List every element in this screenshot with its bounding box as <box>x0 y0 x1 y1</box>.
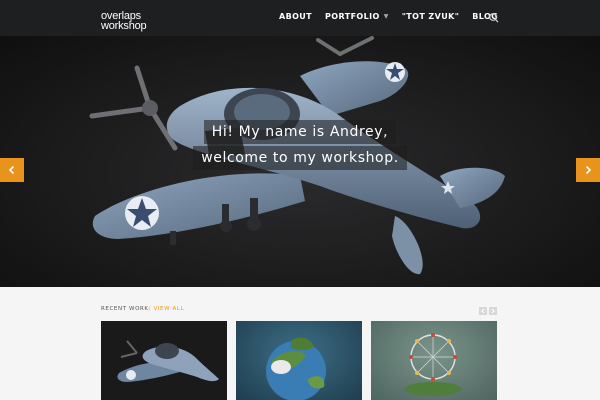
recent-work-heading: RECENT WORK/ VIEW ALL <box>101 306 184 312</box>
recent-work-section: RECENT WORK/ VIEW ALL <box>0 287 600 400</box>
nav-item-portfolio[interactable]: PORTFOLIO ▼ <box>325 12 389 21</box>
nav-item-about-label: ABOUT <box>279 12 313 21</box>
chevron-right-icon <box>491 308 495 314</box>
recent-next-button[interactable] <box>489 307 497 315</box>
chevron-right-icon <box>585 165 592 175</box>
site-logo[interactable]: overlaps workshop <box>101 11 147 32</box>
ferris-wheel-thumbnail-image <box>405 333 461 396</box>
recent-work-thumbnail[interactable] <box>236 321 362 400</box>
slider-prev-button[interactable] <box>0 158 24 182</box>
nav-item-portfolio-label: PORTFOLIO <box>325 12 380 21</box>
recent-work-title: RECENT WORK <box>101 306 149 312</box>
view-all-link[interactable]: VIEW ALL <box>153 306 184 312</box>
recent-work-thumbnail[interactable] <box>101 321 227 400</box>
hero-caption-line-2-wrap: welcome to my workshop. <box>0 146 600 170</box>
hero-caption-line-1-wrap: Hi! My name is Andrey, <box>0 120 600 144</box>
hero-caption-line-2: welcome to my workshop. <box>193 146 407 170</box>
nav-item-tot-zvuk-label: "TOT ZVUK" <box>401 12 460 21</box>
recent-prev-button[interactable] <box>479 307 487 315</box>
logo-line-2: workshop <box>101 20 147 32</box>
nav-item-tot-zvuk[interactable]: "TOT ZVUK" <box>402 12 460 21</box>
recent-work-separator: / <box>148 306 152 312</box>
main-nav: ABOUT PORTFOLIO ▼ "TOT ZVUK" BLOG <box>279 12 511 21</box>
hero-caption-line-1: Hi! My name is Andrey, <box>203 120 397 144</box>
chevron-left-icon <box>481 308 485 314</box>
site-header: overlaps workshop ABOUT PORTFOLIO ▼ "TOT … <box>0 0 600 36</box>
slider-next-button[interactable] <box>576 158 600 182</box>
hero-slider: Hi! My name is Andrey, welcome to my wor… <box>0 36 600 287</box>
search-icon[interactable] <box>488 12 500 24</box>
globe-thumbnail-image <box>266 337 326 400</box>
chevron-left-icon <box>8 165 15 175</box>
plane-thumbnail-image <box>117 340 219 382</box>
nav-item-about[interactable]: ABOUT <box>279 12 312 21</box>
chevron-down-icon: ▼ <box>383 13 389 20</box>
recent-work-thumbnail[interactable] <box>371 321 497 400</box>
